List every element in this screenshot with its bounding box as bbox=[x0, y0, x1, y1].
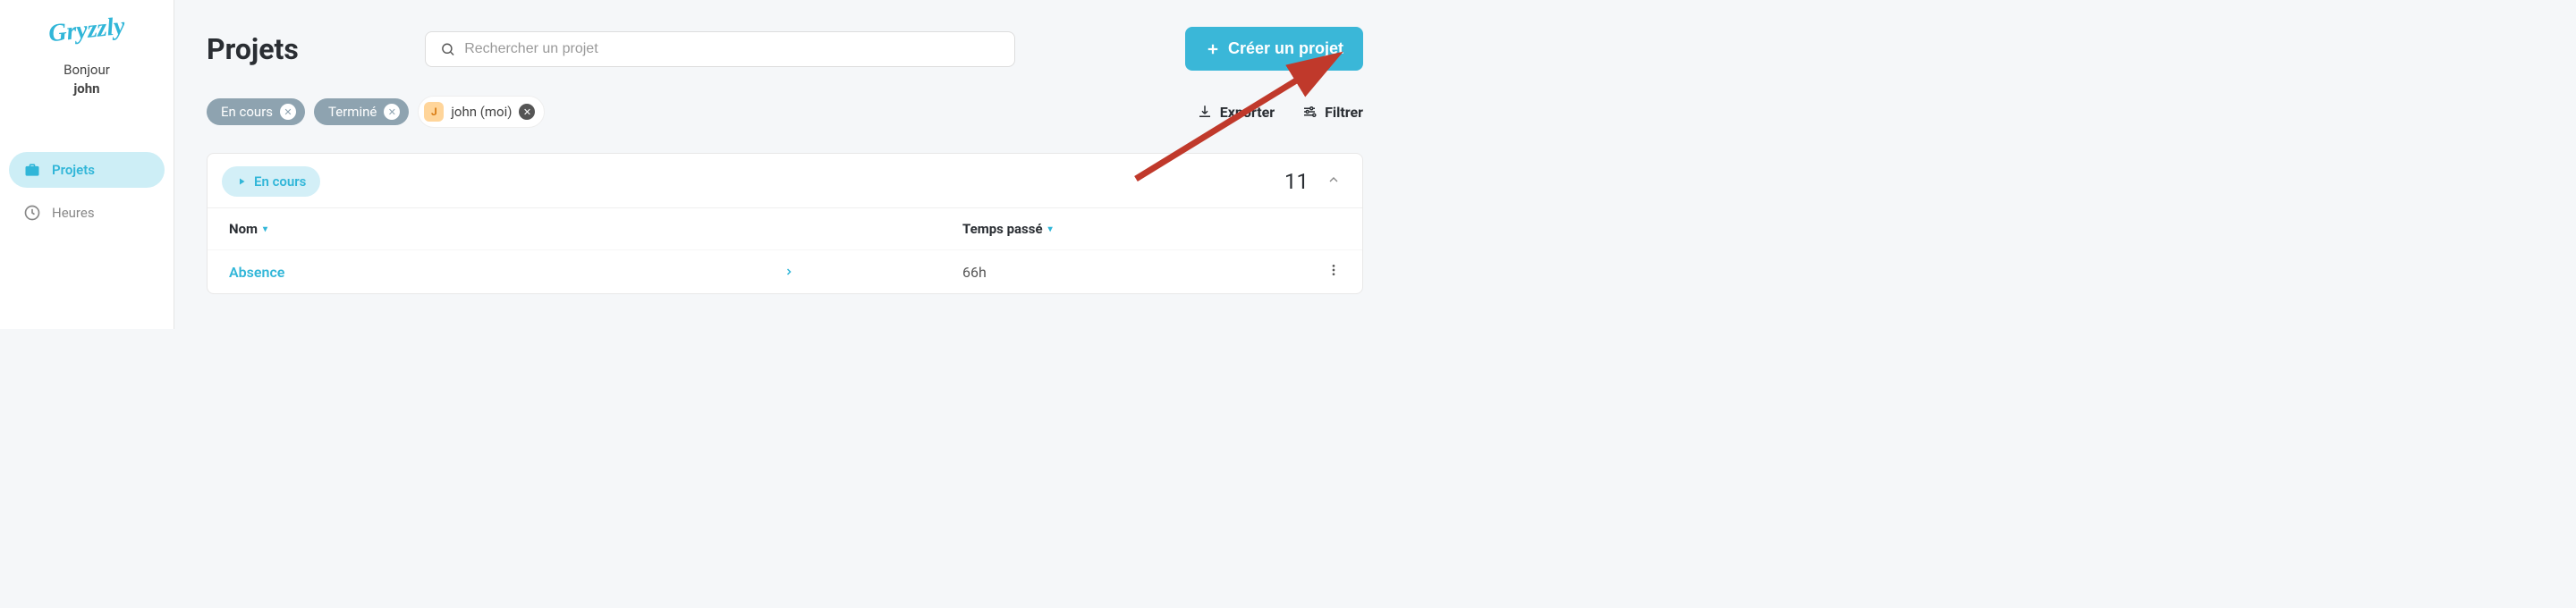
avatar: J bbox=[424, 102, 444, 122]
main-content: Projets Créer un projet En cours ✕ Termi… bbox=[174, 0, 1395, 329]
play-icon bbox=[236, 176, 247, 187]
create-project-button[interactable]: Créer un projet bbox=[1185, 27, 1363, 71]
project-name: Absence bbox=[229, 264, 784, 281]
close-icon[interactable]: ✕ bbox=[280, 104, 296, 120]
greeting: Bonjour john bbox=[0, 61, 174, 98]
search-input[interactable] bbox=[464, 41, 1000, 57]
project-count: 11 bbox=[1284, 169, 1309, 194]
sidebar-item-hours[interactable]: Heures bbox=[9, 195, 165, 231]
panel-header: En cours 11 bbox=[208, 166, 1362, 207]
page-title: Projets bbox=[207, 32, 403, 66]
greeting-hello: Bonjour bbox=[0, 61, 174, 80]
column-header-name[interactable]: Nom ▾ bbox=[229, 221, 784, 237]
sidebar-item-projects[interactable]: Projets bbox=[9, 152, 165, 188]
filter-row: En cours ✕ Terminé ✕ J john (moi) ✕ Expo… bbox=[207, 96, 1363, 128]
toolbar-right: Exporter Filtrer bbox=[1197, 104, 1363, 121]
table-header: Nom ▾ Temps passé ▾ bbox=[208, 207, 1362, 249]
chip-label: john (moi) bbox=[451, 104, 512, 120]
filter-chip-user[interactable]: J john (moi) ✕ bbox=[418, 96, 545, 128]
export-label: Exporter bbox=[1220, 104, 1275, 121]
sidebar-item-label: Projets bbox=[52, 162, 95, 178]
sliders-icon bbox=[1301, 104, 1318, 120]
time-spent: 66h bbox=[962, 264, 1159, 281]
filter-label: Filtrer bbox=[1325, 104, 1363, 121]
create-project-label: Créer un projet bbox=[1228, 39, 1343, 58]
close-icon[interactable]: ✕ bbox=[384, 104, 400, 120]
close-icon[interactable]: ✕ bbox=[519, 104, 535, 120]
search-icon bbox=[440, 41, 455, 57]
logo: Gryzzly bbox=[0, 7, 174, 54]
more-button[interactable] bbox=[1326, 263, 1341, 281]
chip-label: En cours bbox=[221, 104, 273, 120]
filter-button[interactable]: Filtrer bbox=[1301, 104, 1363, 121]
briefcase-icon bbox=[23, 161, 41, 179]
projects-panel: En cours 11 Nom ▾ Temps passé ▾ Absence … bbox=[207, 153, 1363, 294]
chevron-right-icon bbox=[784, 264, 962, 281]
status-pill[interactable]: En cours bbox=[222, 166, 320, 197]
sidebar-item-label: Heures bbox=[52, 205, 95, 221]
filter-chip-en-cours[interactable]: En cours ✕ bbox=[207, 98, 305, 125]
download-icon bbox=[1197, 104, 1213, 120]
sidebar: Gryzzly Bonjour john Projets Heures bbox=[0, 0, 174, 329]
sort-caret-icon: ▾ bbox=[263, 224, 267, 234]
header-row: Projets Créer un projet bbox=[207, 27, 1363, 71]
status-label: En cours bbox=[254, 173, 306, 190]
chip-label: Terminé bbox=[328, 104, 377, 120]
clock-icon bbox=[23, 204, 41, 222]
more-vertical-icon bbox=[1326, 263, 1341, 277]
sort-caret-icon: ▾ bbox=[1048, 224, 1053, 234]
search-wrap[interactable] bbox=[425, 31, 1015, 67]
filter-chip-termine[interactable]: Terminé ✕ bbox=[314, 98, 409, 125]
sidebar-nav: Projets Heures bbox=[0, 152, 174, 231]
table-row[interactable]: Absence 66h bbox=[208, 249, 1362, 293]
collapse-button[interactable] bbox=[1326, 173, 1341, 190]
column-header-time[interactable]: Temps passé ▾ bbox=[962, 221, 1159, 237]
chevron-up-icon bbox=[1326, 173, 1341, 187]
greeting-user: john bbox=[0, 80, 174, 98]
plus-icon bbox=[1205, 41, 1221, 57]
export-button[interactable]: Exporter bbox=[1197, 104, 1275, 121]
